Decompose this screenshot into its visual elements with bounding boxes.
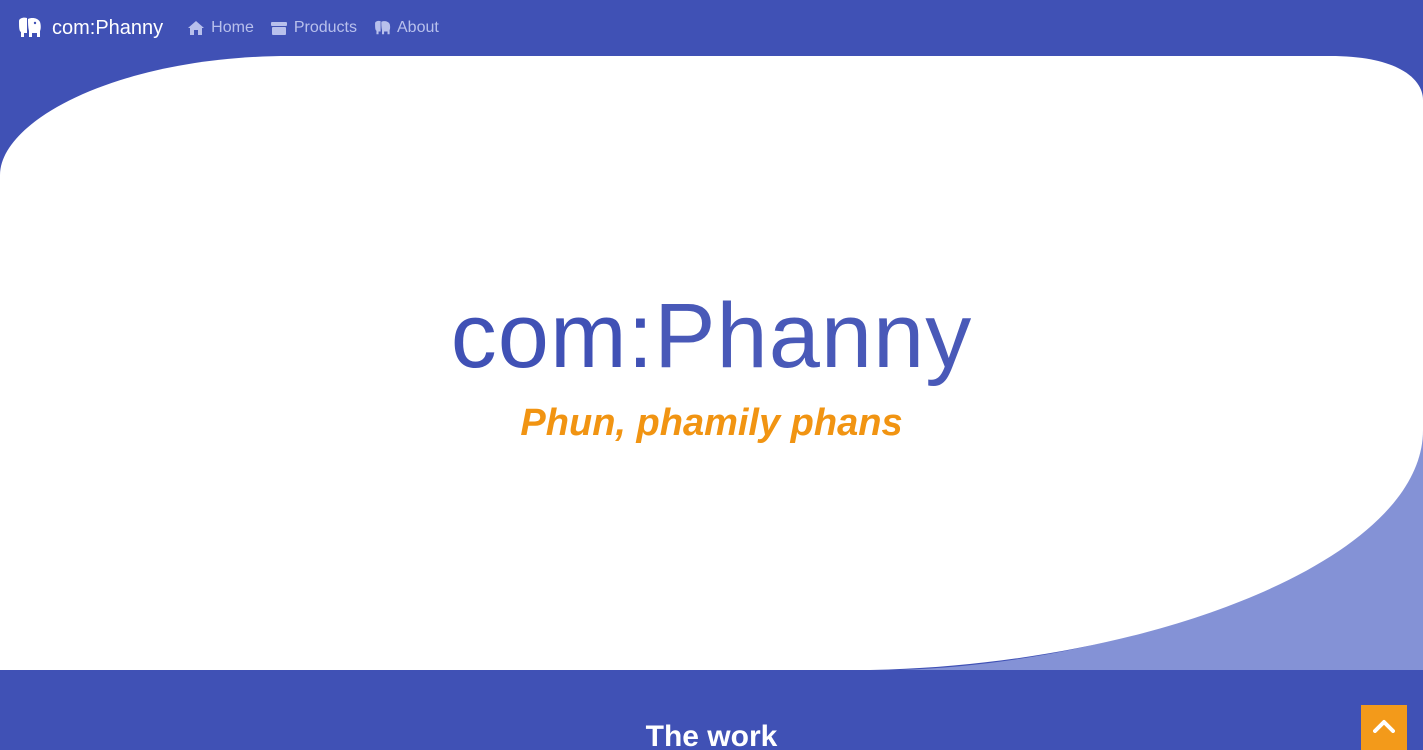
nav-links: Home Products About xyxy=(187,19,455,37)
elephant-icon xyxy=(373,20,391,36)
section-title: The work xyxy=(645,720,778,750)
box-icon xyxy=(270,20,288,36)
nav-item-products[interactable]: Products xyxy=(270,19,357,37)
nav-item-home[interactable]: Home xyxy=(187,19,254,37)
scroll-to-top-button[interactable] xyxy=(1361,705,1407,750)
nav-item-label: Home xyxy=(211,19,254,36)
home-icon xyxy=(187,20,205,36)
brand-name: com:Phanny xyxy=(52,16,164,39)
brand-link[interactable]: com:Phanny xyxy=(16,17,163,40)
nav-item-label: Products xyxy=(293,19,357,36)
hero-text: com:Phanny Phun, phamily phans xyxy=(0,290,1423,445)
work-section: The work xyxy=(0,670,1423,750)
hero-title-main: Phanny xyxy=(654,285,973,387)
hero-title-prefix: com: xyxy=(450,285,655,387)
hero-section: com:Phanny Phun, phamily phans xyxy=(0,0,1423,670)
hero-title: com:Phanny xyxy=(0,290,1423,382)
nav-item-label: About xyxy=(397,19,439,36)
chevron-up-icon xyxy=(1373,719,1395,738)
top-navbar: com:Phanny Home Products About xyxy=(0,0,1423,56)
nav-item-about[interactable]: About xyxy=(373,19,439,37)
elephant-icon xyxy=(16,17,42,39)
hero-tagline: Phun, phamily phans xyxy=(520,402,903,444)
